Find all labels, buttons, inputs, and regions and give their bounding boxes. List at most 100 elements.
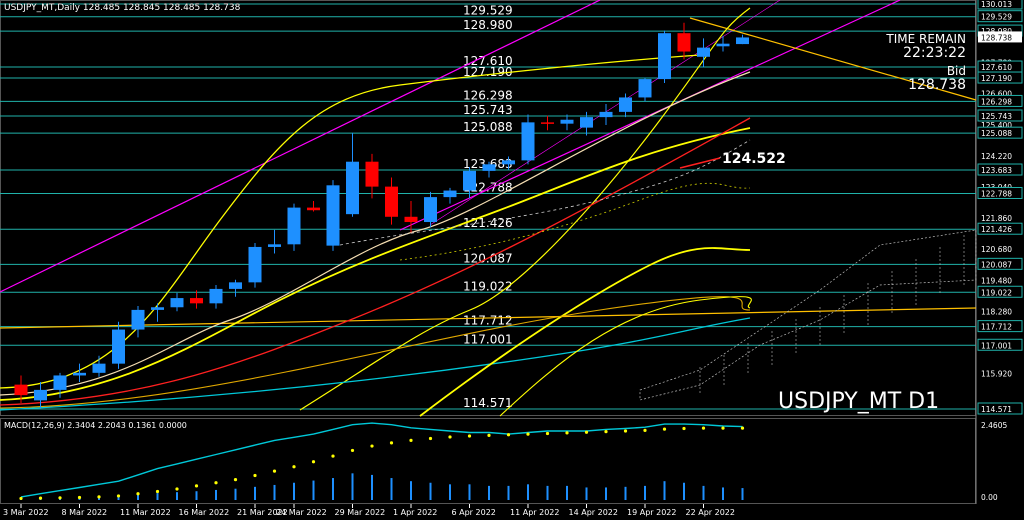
price-axis-label: 119.480 [981, 276, 1012, 285]
price-axis-label: 125.088 [981, 129, 1012, 138]
price-axis-label: 122.788 [981, 189, 1012, 198]
macd-signal-dot [292, 465, 296, 469]
time-axis-label: 3 Mar 2022 [3, 508, 49, 517]
price-axis-label: 130.013 [981, 0, 1012, 9]
price-axis-label: 128.738 [981, 33, 1012, 42]
price-axis-label: 129.529 [981, 13, 1012, 22]
candle-body [658, 33, 671, 80]
time-axis-label: 24 Mar 2022 [276, 508, 327, 517]
candle-body [53, 375, 67, 390]
candle-body [463, 170, 476, 191]
macd-signal-dot [370, 444, 374, 448]
price-axis-label: 119.022 [981, 288, 1012, 297]
macd-signal-dot [19, 496, 23, 501]
level-label: 128.980 [463, 18, 513, 32]
level-label: 117.712 [463, 314, 513, 328]
macd-signal-dot [682, 426, 686, 431]
macd-signal-dot [662, 427, 667, 431]
price-callout: 124.522 [722, 151, 786, 167]
candle-body [346, 161, 359, 215]
candle-body [73, 372, 86, 376]
macd-signal-dot [116, 494, 121, 498]
price-axis-label: 123.683 [981, 166, 1012, 175]
candle-body [170, 298, 184, 308]
macd-signal-dot [740, 426, 745, 430]
candle-body [638, 79, 652, 98]
time-axis-label: 29 Mar 2022 [335, 508, 386, 517]
macd-signal-dot [311, 460, 316, 464]
macd-signal-dot [448, 435, 452, 439]
macd-signal-dot [526, 432, 530, 436]
candle-body [209, 288, 223, 304]
candle-body [404, 216, 418, 223]
candle-body [385, 186, 398, 217]
candle-body [248, 246, 262, 283]
chart-window: 129.529 128.980 127.610 127.190 126.298 125.7… [0, 0, 1024, 520]
symbol-label: USDJPY_MT D1 [778, 389, 939, 414]
candle-body [716, 43, 730, 47]
macd-signal-dot [350, 448, 355, 453]
level-label: 114.571 [463, 396, 513, 410]
macd-signal-dot [467, 434, 472, 438]
price-axis-label: 126.298 [981, 97, 1012, 106]
macd-signal-dot [604, 430, 608, 434]
candle-body [580, 117, 593, 128]
candle-body [443, 190, 457, 198]
candle-body [14, 384, 28, 396]
candle-body [92, 363, 106, 373]
price-axis-label: 121.860 [981, 214, 1012, 223]
candle-body [697, 47, 710, 57]
macd-signal-dot [38, 496, 43, 500]
time-axis-label: 11 Apr 2022 [510, 508, 559, 517]
candle-body [482, 164, 496, 171]
candle-body [326, 185, 340, 246]
macd-signal-dot [77, 495, 82, 500]
macd-axis-label: 0.00 [981, 493, 998, 502]
macd-signal-dot [194, 484, 199, 488]
macd-signal-dot [506, 433, 511, 437]
time-axis-label: 11 Mar 2022 [120, 508, 171, 517]
candle-body [677, 33, 691, 52]
candle-body [541, 122, 554, 124]
candle-body [34, 389, 47, 401]
candle-body [151, 307, 164, 310]
price-axis-label: 117.712 [981, 323, 1012, 332]
time-axis-label: 1 Apr 2022 [393, 508, 437, 517]
macd-signal-dot [487, 433, 491, 437]
price-axis-label: 120.087 [981, 260, 1012, 269]
time-remain-value: 22:23:22 [903, 45, 966, 61]
candle-body [365, 161, 379, 187]
candle-body [521, 122, 535, 161]
price-axis-label: 124.220 [981, 152, 1012, 161]
macd-signal-dot [331, 454, 335, 458]
price-axis-label: 127.610 [981, 63, 1012, 72]
time-axis-label: 14 Apr 2022 [569, 508, 618, 517]
time-axis-label: 8 Mar 2022 [62, 508, 108, 517]
macd-signal-dot [565, 431, 569, 435]
time-axis-label: 22 Apr 2022 [686, 508, 735, 517]
time-axis-label: 16 Mar 2022 [179, 508, 230, 517]
macd-signal-dot [58, 496, 62, 500]
bid-label: Bid [947, 64, 966, 78]
macd-signal-dot [155, 489, 160, 494]
price-axis-label: 117.001 [981, 341, 1012, 350]
time-axis-label: 6 Apr 2022 [452, 508, 496, 517]
candle-body [268, 244, 281, 247]
macd-signal-dot [623, 429, 628, 433]
price-axis-label: 118.280 [981, 308, 1012, 317]
price-chart[interactable]: 129.529 128.980 127.610 127.190 126.298 125.7… [0, 0, 1024, 520]
candle-body [502, 160, 515, 165]
candle-body [560, 119, 574, 124]
macd-signal-dot [584, 430, 589, 434]
macd-signal-dot [253, 473, 257, 478]
candle-body [287, 207, 301, 245]
macd-signal-dot [136, 492, 140, 496]
price-axis-label: 127.190 [981, 74, 1012, 83]
macd-signal-dot [272, 469, 277, 473]
candle-body [307, 207, 320, 211]
macd-signal-dot [721, 426, 725, 430]
macd-signal-dot [428, 436, 433, 441]
price-axis-label: 115.920 [981, 370, 1012, 379]
macd-signal-dot [97, 495, 101, 499]
price-axis-label: 125.743 [981, 112, 1012, 121]
